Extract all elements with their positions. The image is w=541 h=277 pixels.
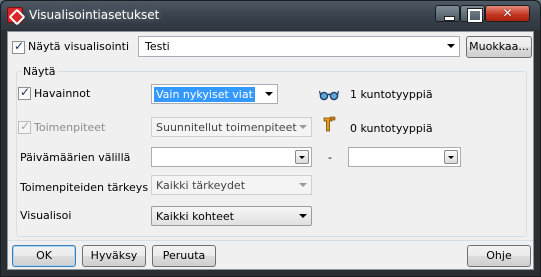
show-visualization-label: Näytä visualisointi: [28, 40, 130, 53]
observations-select[interactable]: Vain nykyiset viat: [151, 84, 278, 104]
visualization-select[interactable]: Testi: [138, 36, 460, 57]
accept-button[interactable]: Hyväksy: [82, 245, 146, 267]
wrench-icon: [323, 116, 336, 132]
visualize-label: Visualisoi: [20, 209, 72, 222]
help-button[interactable]: Ohje: [467, 245, 531, 267]
priority-label: Toimenpiteiden tärkeys: [20, 181, 149, 194]
maximize-icon: [461, 6, 484, 23]
visualize-select[interactable]: Kaikki kohteet: [151, 206, 312, 226]
edit-button[interactable]: Muokkaa...: [466, 36, 532, 58]
chevron-down-icon: [299, 125, 307, 129]
dialog-body: Näytä visualisointi Testi Muokkaa... Näy…: [7, 31, 534, 270]
ok-button[interactable]: OK: [12, 245, 76, 267]
date-range-label: Päivämäärien välillä: [20, 151, 131, 164]
observations-select-value: Vain nykyiset viat: [154, 87, 255, 102]
observations-label: Havainnot: [34, 87, 91, 100]
date-from-input[interactable]: [151, 147, 312, 167]
minimize-button[interactable]: [435, 5, 460, 22]
dialog-window: Visualisointiasetukset Näytä visualisoin…: [0, 0, 541, 277]
date-separator: -: [328, 151, 332, 164]
calendar-dropdown-icon[interactable]: [444, 150, 458, 164]
app-icon: [7, 7, 23, 23]
window-title: Visualisointiasetukset: [29, 8, 160, 22]
measures-count: 0 kuntotyyppiä: [350, 122, 433, 135]
priority-select[interactable]: Kaikki tärkeydet: [151, 175, 312, 195]
observations-count: 1 kuntotyyppiä: [350, 88, 433, 101]
measures-label: Toimenpiteet: [34, 121, 106, 134]
chevron-down-icon: [299, 183, 307, 187]
title-bar[interactable]: Visualisointiasetukset: [1, 1, 540, 30]
glasses-icon: [319, 90, 339, 101]
maximize-button[interactable]: [460, 5, 485, 23]
cancel-button[interactable]: Peruuta: [152, 245, 216, 267]
chevron-down-icon: [299, 214, 307, 218]
chevron-down-icon: [265, 92, 273, 96]
visualization-select-value: Testi: [145, 40, 170, 53]
footer-divider: [8, 240, 533, 241]
priority-select-value: Kaikki tärkeydet: [156, 179, 246, 192]
minimize-icon: [436, 6, 459, 21]
calendar-dropdown-icon[interactable]: [295, 150, 309, 164]
groupbox-title: Näytä: [21, 65, 58, 78]
chevron-down-icon: [447, 44, 455, 48]
measures-checkbox[interactable]: [18, 119, 31, 134]
show-visualization-checkbox[interactable]: [12, 39, 25, 54]
visualize-select-value: Kaikki kohteet: [156, 210, 234, 223]
close-icon: [486, 6, 529, 21]
measures-select-value: Suunnitellut toimenpiteet: [156, 121, 297, 134]
measures-select[interactable]: Suunnitellut toimenpiteet: [151, 117, 312, 137]
observations-checkbox[interactable]: [18, 85, 31, 100]
close-button[interactable]: [485, 5, 530, 22]
date-to-input[interactable]: [348, 147, 461, 167]
